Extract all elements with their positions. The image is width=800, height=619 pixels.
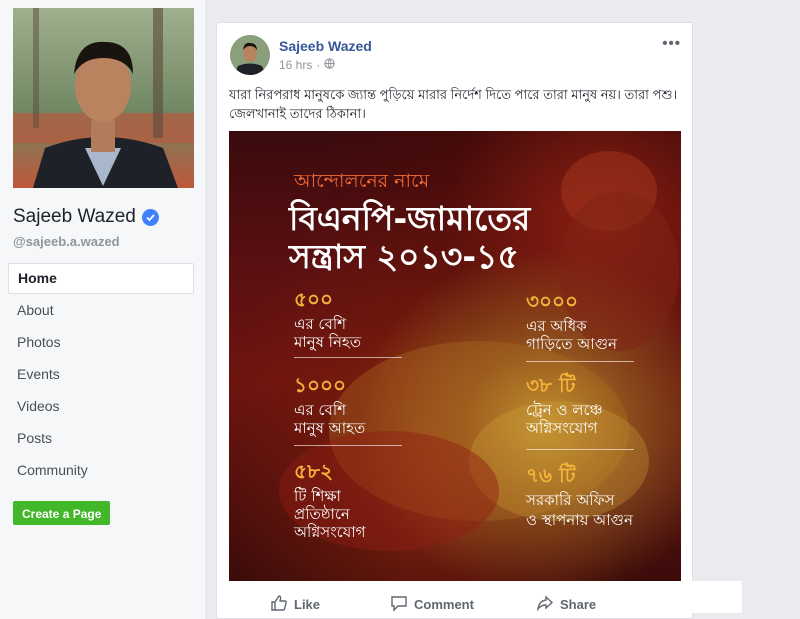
verified-icon — [141, 208, 159, 226]
post-author-name[interactable]: Sajeeb Wazed — [279, 38, 372, 54]
post-image[interactable]: আন্দোলনের নামে বিএনপি-জামাতের সন্ত্রাস ২… — [229, 131, 681, 581]
globe-icon — [324, 58, 336, 72]
like-label: Like — [294, 597, 321, 612]
stat-right-1-line2: গাড়িতে আগুন — [526, 335, 617, 353]
profile-name-text[interactable]: Sajeeb Wazed — [13, 206, 136, 228]
profile-name[interactable]: Sajeeb Wazed — [13, 206, 159, 228]
comment-button[interactable]: Comment — [390, 594, 474, 615]
nav-item-events[interactable]: Events — [8, 358, 194, 390]
nav-item-videos[interactable]: Videos — [8, 390, 194, 422]
scrollbar-area[interactable] — [770, 0, 800, 619]
comment-label: Comment — [414, 597, 474, 612]
more-options-icon[interactable]: ••• — [662, 35, 681, 52]
top-strip — [205, 0, 770, 10]
nav-item-about[interactable]: About — [8, 294, 194, 326]
post-text: যারা নিরপরাধ মানুষকে জ্যান্ত পুড়িয়ে মা… — [229, 87, 678, 121]
share-button[interactable]: Share — [536, 594, 596, 615]
comment-icon — [390, 594, 408, 615]
stat-right-2-line2: অগ্নিসংযোগ — [526, 419, 598, 437]
post-actions: Like Comment Share — [217, 585, 692, 618]
stat-right-3-line2: ও স্থাপনায় আগুন — [526, 511, 633, 529]
profile-photo-image — [13, 8, 194, 188]
like-button[interactable]: Like — [270, 594, 320, 615]
like-icon — [270, 594, 288, 615]
stat-left-2-line2: মানুষ আহত — [294, 419, 366, 437]
page-nav: Home About Photos Events Videos Posts Co… — [8, 263, 194, 486]
author-avatar-image — [230, 35, 270, 75]
stat-divider — [294, 445, 402, 446]
nav-item-community[interactable]: Community — [8, 454, 194, 486]
create-page-button[interactable]: Create a Page — [13, 501, 111, 525]
image-headline-line2: সন্ত্রাস ২০১৩-১৫ — [289, 237, 519, 276]
profile-handle[interactable]: @sajeeb.a.wazed — [13, 234, 120, 249]
share-label: Share — [560, 597, 597, 612]
share-icon — [536, 594, 554, 615]
blank-area — [690, 581, 742, 613]
post-timestamp[interactable]: 16 hrs — [279, 58, 312, 72]
author-avatar[interactable] — [230, 35, 270, 75]
nav-item-photos[interactable]: Photos — [8, 326, 194, 358]
left-sidebar: Sajeeb Wazed @sajeeb.a.wazed Home About … — [0, 0, 205, 619]
stat-divider — [526, 449, 634, 450]
stat-divider — [526, 361, 634, 362]
meta-separator: · — [316, 58, 321, 72]
stat-divider — [294, 357, 402, 358]
post-meta: 16 hrs · — [279, 58, 336, 72]
stat-left-3-line3: অগ্নিসংযোগ — [294, 523, 366, 541]
profile-photo[interactable] — [13, 8, 194, 188]
stat-left-1-line2: মানুষ নিহত — [294, 333, 362, 351]
post-card: Sajeeb Wazed 16 hrs · ••• যারা নিরপরাধ ম… — [216, 22, 693, 619]
nav-item-posts[interactable]: Posts — [8, 422, 194, 454]
nav-item-home[interactable]: Home — [8, 263, 194, 294]
